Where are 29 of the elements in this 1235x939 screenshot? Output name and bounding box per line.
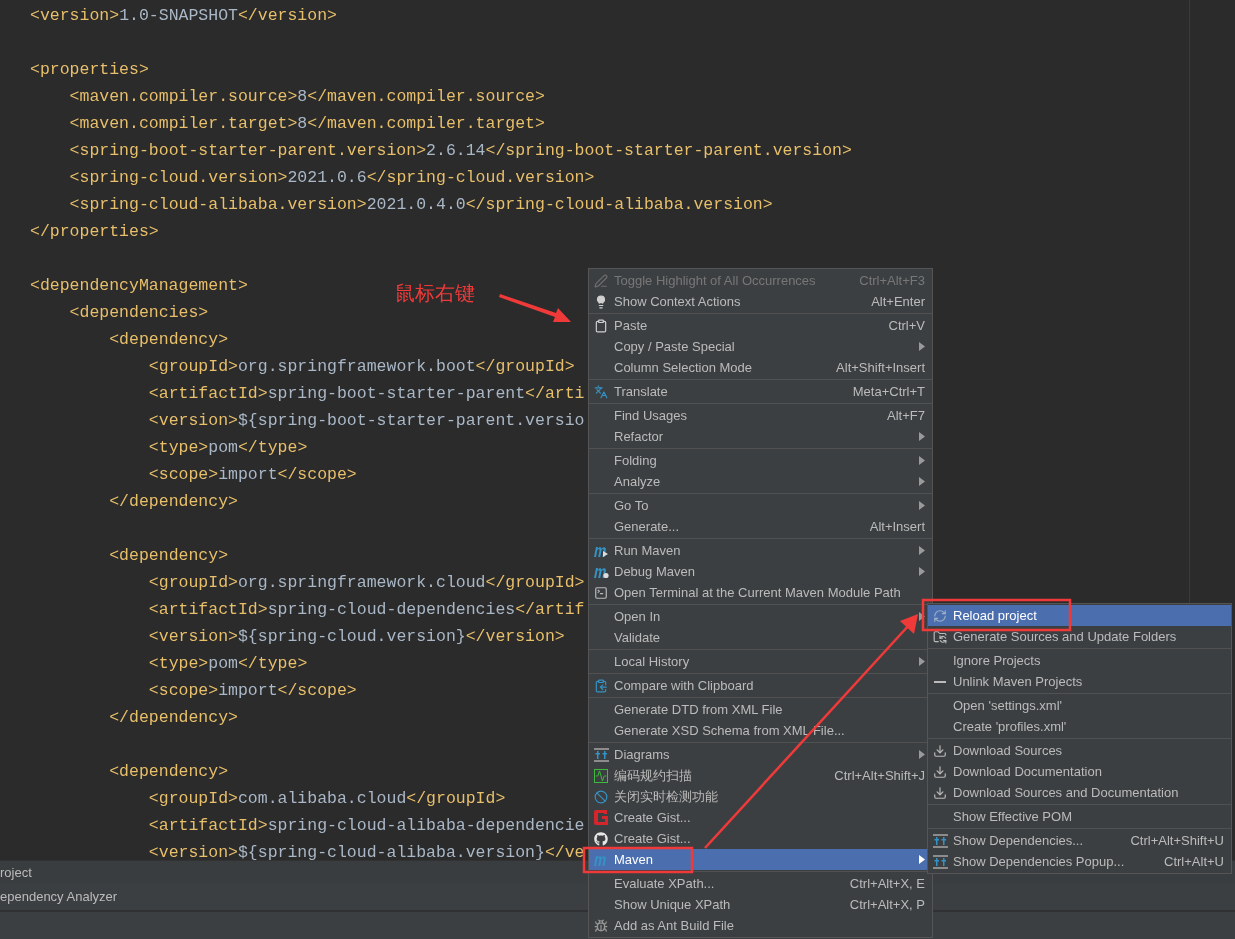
code-line: <properties>	[30, 60, 149, 79]
code-line: <scope>import</scope>	[147, 681, 357, 700]
code-line: <version>1.0-SNAPSHOT</version>	[30, 6, 337, 25]
code-line: <artifactId>spring-cloud-dependencies</artif	[147, 600, 585, 619]
code-line: <artifactId>spring-boot-starter-parent</arti	[147, 384, 585, 403]
code-line: <artifactId>spring-cloud-alibaba-dependencie	[147, 816, 585, 835]
code-line: <spring-boot-starter-parent.version>2.6.14</spring-boot-starter-parent.version>	[68, 141, 852, 160]
annotation-label: 鼠标右键	[395, 281, 475, 306]
code-line: <dependency>	[108, 762, 229, 781]
code-line: <maven.compiler.target>8</maven.compiler.target>	[68, 114, 545, 133]
code-line: </dependency>	[108, 708, 238, 727]
code-line: <dependencies>	[68, 303, 209, 322]
code-line: <spring-cloud-alibaba.version>2021.0.4.0</spring-cloud-alibaba.version>	[68, 195, 773, 214]
code-line: </properties>	[30, 222, 159, 241]
code-line: <dependencyManagement>	[30, 276, 248, 295]
code-line: </dependency>	[108, 492, 238, 511]
code-line: <groupId>org.springframework.boot</groupId>	[147, 357, 575, 376]
code-line: <groupId>com.alibaba.cloud</groupId>	[147, 789, 506, 808]
code-line: <dependency>	[108, 330, 229, 349]
code-line: <scope>import</scope>	[147, 465, 357, 484]
code-line: <type>pom</type>	[147, 654, 308, 673]
code-line: <version>${spring-cloud-alibaba.version}</ve	[147, 843, 585, 862]
code-line: <version>${spring-boot-starter-parent.versio	[147, 411, 585, 430]
code-line: <dependency>	[108, 546, 229, 565]
code-line: <groupId>org.springframework.cloud</groupId>	[147, 573, 585, 592]
code-line: <version>${spring-cloud.version}</version>	[147, 627, 565, 646]
code-line: <maven.compiler.source>8</maven.compiler.source>	[68, 87, 545, 106]
code-line: <spring-cloud.version>2021.0.6</spring-cloud.version>	[68, 168, 595, 187]
code-line: <type>pom</type>	[147, 438, 308, 457]
